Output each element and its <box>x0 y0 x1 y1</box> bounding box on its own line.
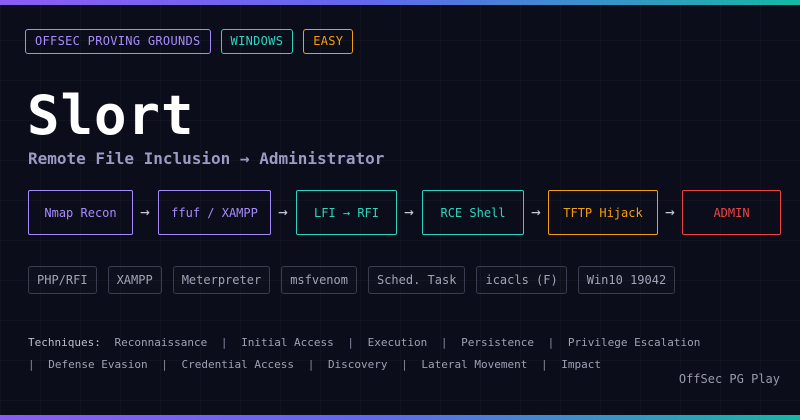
chain-step-rce-shell: RCE Shell <box>422 190 524 235</box>
tag-os: WINDOWS <box>220 29 294 54</box>
technique-item: Initial Access <box>241 336 334 349</box>
technique-item: Credential Access <box>181 358 295 371</box>
chain-step-admin: ADMIN <box>682 190 781 235</box>
technique-separator: | <box>28 358 35 371</box>
chain-arrow-icon: → <box>665 202 675 221</box>
tool-chip: PHP/RFI <box>28 266 97 294</box>
technique-item: Reconnaissance <box>114 336 208 349</box>
tag-platform: OFFSEC PROVING GROUNDS <box>25 29 211 54</box>
technique-separator: | <box>541 358 548 371</box>
technique-separator: | <box>547 336 555 349</box>
techniques-label: Techniques: <box>28 336 101 349</box>
chain-arrow-icon: → <box>140 202 150 221</box>
chain-arrow-icon: → <box>278 202 288 221</box>
technique-item: Lateral Movement <box>421 358 528 371</box>
bottom-gradient-bar <box>0 415 800 420</box>
technique-separator: | <box>401 358 408 371</box>
tool-chip: icacls (F) <box>476 266 567 294</box>
technique-item: Discovery <box>327 358 388 371</box>
technique-separator: | <box>307 358 315 371</box>
tool-chip: XAMPP <box>107 266 162 294</box>
tool-chip: Meterpreter <box>172 266 271 294</box>
tool-list: PHP/RFI XAMPP Meterpreter msfvenom Sched… <box>28 266 676 294</box>
chain-arrow-icon: → <box>404 202 414 221</box>
tool-chip: msfvenom <box>281 266 357 294</box>
tag-row: OFFSEC PROVING GROUNDS WINDOWS EASY <box>25 29 354 54</box>
technique-separator: | <box>161 358 168 371</box>
technique-item: Persistence <box>461 336 535 349</box>
chain-step-recon: Nmap Recon <box>28 190 133 235</box>
chain-step-enum: ffuf / XAMPP <box>158 190 271 235</box>
techniques-line-1: Techniques: Reconnaissance | Initial Acc… <box>28 336 700 350</box>
tool-chip: Win10 19042 <box>577 266 676 294</box>
brand-label: OffSec PG Play <box>678 372 780 386</box>
technique-separator: | <box>347 336 355 349</box>
technique-separator: | <box>440 336 448 349</box>
tag-difficulty: EASY <box>303 29 354 54</box>
page-title: Slort <box>27 84 195 147</box>
tool-chip: Sched. Task <box>367 266 466 294</box>
techniques-line-2: | Defense Evasion | Credential Access | … <box>28 358 601 372</box>
technique-item: Defense Evasion <box>48 358 148 371</box>
chain-arrow-icon: → <box>531 202 541 221</box>
top-gradient-bar <box>0 0 800 5</box>
page-subtitle: Remote File Inclusion → Administrator <box>28 149 385 168</box>
technique-item: Execution <box>367 336 428 349</box>
chain-step-lfi-rfi: LFI → RFI <box>296 190 397 235</box>
chain-step-tftp-hijack: TFTP Hijack <box>548 190 658 235</box>
technique-item: Privilege Escalation <box>567 336 701 349</box>
technique-separator: | <box>220 336 228 349</box>
technique-item: Impact <box>561 358 602 371</box>
